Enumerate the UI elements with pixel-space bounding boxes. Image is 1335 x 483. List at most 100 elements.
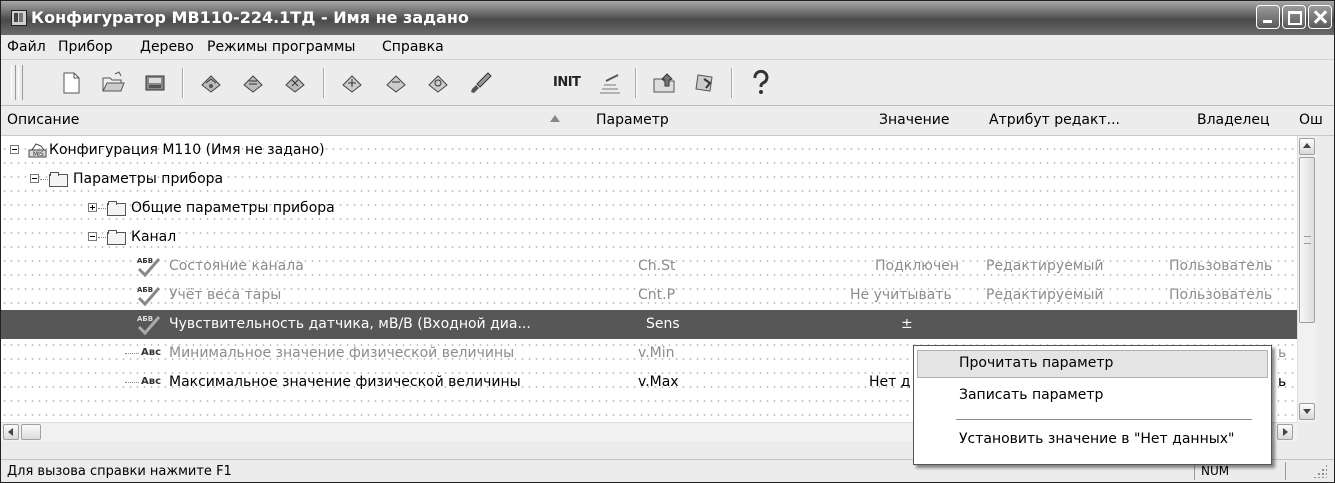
menu-item-write-parameter[interactable]: Записать параметр: [917, 382, 1268, 410]
parameter-description: Минимальное значение физической величины: [169, 345, 515, 361]
tree-item-device-params[interactable]: Параметры прибора: [1, 165, 1297, 194]
minimize-button[interactable]: [1256, 5, 1280, 29]
expand-icon[interactable]: [88, 203, 97, 212]
folder-icon: [107, 201, 126, 216]
vertical-scroll-thumb[interactable]: [1299, 157, 1315, 323]
list-parameter-icon: АБВ: [135, 313, 163, 337]
check-tag: АБВ: [137, 257, 153, 265]
parameter-owner: Пользователь: [1169, 258, 1273, 274]
parameter-description: Максимальное значение физической величин…: [169, 374, 521, 390]
new-document-icon[interactable]: [57, 69, 85, 97]
menu-device[interactable]: Прибор: [58, 39, 113, 55]
close-button[interactable]: [1308, 5, 1332, 29]
help-icon[interactable]: [747, 69, 775, 97]
tree-item-parameter[interactable]: АБВ Учёт веса тары Cnt.P Не учитывать Ре…: [1, 281, 1297, 310]
write-device-icon[interactable]: [239, 69, 267, 97]
context-menu: Прочитать параметр Записать параметр Уст…: [913, 345, 1272, 465]
resize-grip-icon[interactable]: [1313, 464, 1327, 478]
parameter-name: Cnt.P: [638, 287, 676, 303]
column-header: Описание Параметр Значение Атрибут редак…: [1, 106, 1334, 136]
tree-item-parameter[interactable]: АБВ Состояние канала Ch.St Подключен Ред…: [1, 252, 1297, 281]
parameter-description: Учёт веса тары: [169, 287, 282, 303]
menu-file[interactable]: Файл: [7, 39, 46, 55]
tree-item-root[interactable]: MIS Конфигурация М110 (Имя не задано): [1, 136, 1297, 165]
parameter-owner: ь: [1278, 345, 1287, 361]
tree-item-label: Параметры прибора: [73, 171, 224, 187]
tree-item-label: Общие параметры прибора: [131, 200, 335, 216]
column-value[interactable]: Значение: [879, 112, 949, 128]
download-icon[interactable]: [692, 69, 720, 97]
horizontal-scroll-thumb[interactable]: [21, 424, 41, 440]
check-tag: АБВ: [137, 286, 153, 294]
column-owner[interactable]: Владелец: [1197, 112, 1270, 128]
folder-icon: [49, 172, 68, 187]
read-parameter-icon[interactable]: [338, 69, 366, 97]
parameter-value: Нет д: [869, 374, 911, 390]
parameter-owner: Пользователь: [1169, 287, 1273, 303]
check-tag: АБВ: [137, 315, 153, 323]
folder-icon: [107, 230, 126, 245]
maximize-button[interactable]: [1282, 5, 1306, 29]
reset-parameter-icon[interactable]: [424, 69, 452, 97]
parameter-attribute: Редактируемый: [986, 287, 1104, 303]
app-icon: [11, 10, 27, 26]
svg-text:MIS: MIS: [33, 151, 44, 158]
column-parameter[interactable]: Параметр: [596, 112, 669, 128]
collapse-icon[interactable]: [30, 174, 39, 183]
menu-item-label: Установить значение в "Нет данных": [959, 431, 1235, 447]
tree-item-label: Конфигурация М110 (Имя не задано): [49, 142, 325, 158]
text-parameter-icon: Авс: [141, 376, 161, 387]
parameter-description: Состояние канала: [169, 258, 304, 274]
app-window: Конфигуратор МВ110-224.1ТД - Имя не зада…: [0, 0, 1335, 483]
menu-modes[interactable]: Режимы программы: [207, 39, 355, 55]
parameter-name: Sens: [646, 316, 680, 332]
toolbar-grip[interactable]: [11, 65, 16, 100]
tree-item-channel[interactable]: Канал: [1, 223, 1297, 252]
list-parameter-icon: АБВ: [135, 284, 163, 308]
sort-ascending-icon: [550, 115, 560, 122]
parameter-name: Ch.St: [638, 258, 676, 274]
scroll-left-icon[interactable]: [3, 424, 19, 440]
vertical-scrollbar[interactable]: [1297, 136, 1316, 422]
equalizer-icon[interactable]: [596, 69, 624, 97]
menu-item-label: Записать параметр: [959, 387, 1104, 403]
menu-help[interactable]: Справка: [382, 39, 444, 55]
collapse-icon[interactable]: [10, 145, 19, 154]
scroll-up-icon[interactable]: [1299, 138, 1315, 155]
text-parameter-icon: Авс: [141, 347, 161, 358]
open-folder-icon[interactable]: [99, 69, 127, 97]
column-error[interactable]: Ош: [1299, 112, 1323, 128]
write-parameter-icon[interactable]: [382, 69, 410, 97]
parameter-attribute: Редактируемый: [986, 258, 1104, 274]
list-parameter-icon: АБВ: [135, 255, 163, 279]
parameter-value: Не учитывать: [850, 287, 952, 303]
parameter-value: Подключен: [875, 258, 959, 274]
menu-tree[interactable]: Дерево: [140, 39, 194, 55]
menu-item-read-parameter[interactable]: Прочитать параметр: [917, 350, 1268, 378]
title-bar[interactable]: Конфигуратор МВ110-224.1ТД - Имя не зада…: [1, 1, 1334, 35]
menu-separator: [956, 419, 1252, 420]
save-device-icon[interactable]: [141, 69, 169, 97]
parameter-name: v.Max: [638, 374, 679, 390]
read-device-icon[interactable]: [197, 69, 225, 97]
column-attribute[interactable]: Атрибут редакт...: [989, 112, 1120, 128]
menu-item-label: Прочитать параметр: [959, 355, 1114, 371]
column-description[interactable]: Описание: [7, 112, 79, 128]
parameter-value: ±: [901, 316, 913, 332]
init-button[interactable]: INIT: [553, 75, 581, 90]
parameter-description: Чувствительность датчика, мВ/В (Входной …: [169, 316, 531, 332]
tree-item-general-params[interactable]: Общие параметры прибора: [1, 194, 1297, 223]
scroll-right-icon[interactable]: [1277, 424, 1293, 440]
parameter-name: v.Min: [638, 345, 675, 361]
toolbar: INIT: [1, 60, 1334, 106]
brush-icon[interactable]: [467, 69, 495, 97]
parameter-owner: ь: [1278, 374, 1287, 390]
menu-item-set-no-data[interactable]: Установить значение в "Нет данных": [917, 426, 1268, 454]
tree-item-parameter-selected[interactable]: АБВ Чувствительность датчика, мВ/В (Вход…: [1, 310, 1297, 339]
collapse-icon[interactable]: [88, 232, 97, 241]
menu-bar: Файл Прибор Дерево Режимы программы Спра…: [1, 35, 1334, 60]
upload-icon[interactable]: [650, 69, 678, 97]
compare-device-icon[interactable]: [281, 69, 309, 97]
scroll-down-icon[interactable]: [1299, 403, 1315, 420]
window-title: Конфигуратор МВ110-224.1ТД - Имя не зада…: [31, 8, 469, 27]
